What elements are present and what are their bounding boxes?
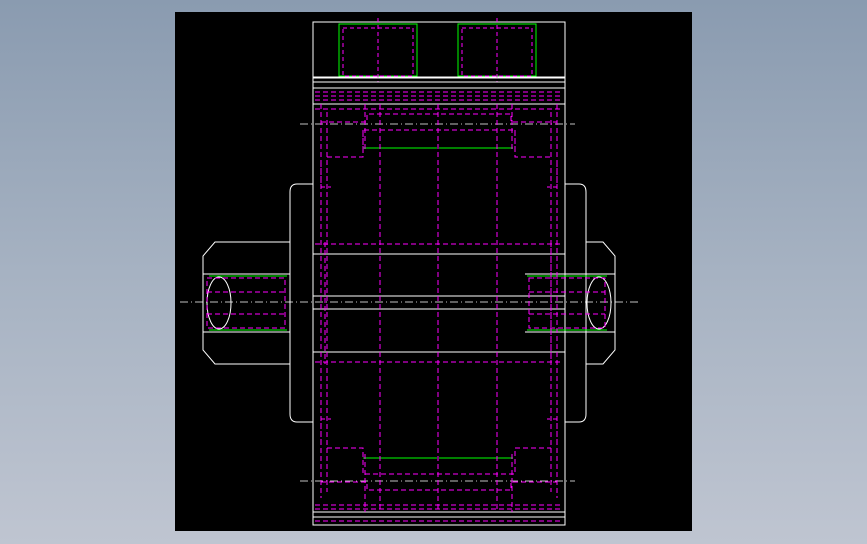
lower-gear-hidden: [321, 481, 557, 491]
left-center-hole: [206, 276, 232, 330]
top-block-outline: [312, 21, 566, 79]
upper-gear-hidden: [321, 113, 557, 123]
left-cover: [289, 183, 313, 423]
center-lines: [180, 123, 640, 482]
right-cover: [565, 183, 587, 423]
top-port-block: [312, 18, 566, 82]
shaft-threads: [209, 275, 607, 331]
left-shaft: [202, 241, 290, 365]
right-center-hole: [586, 276, 612, 330]
shaft-ends: [202, 241, 616, 365]
gear-pump-drawing: [180, 18, 640, 526]
drawing-canvas[interactable]: [175, 12, 692, 531]
cad-viewport[interactable]: [0, 0, 867, 544]
hidden-lines: [206, 91, 606, 522]
